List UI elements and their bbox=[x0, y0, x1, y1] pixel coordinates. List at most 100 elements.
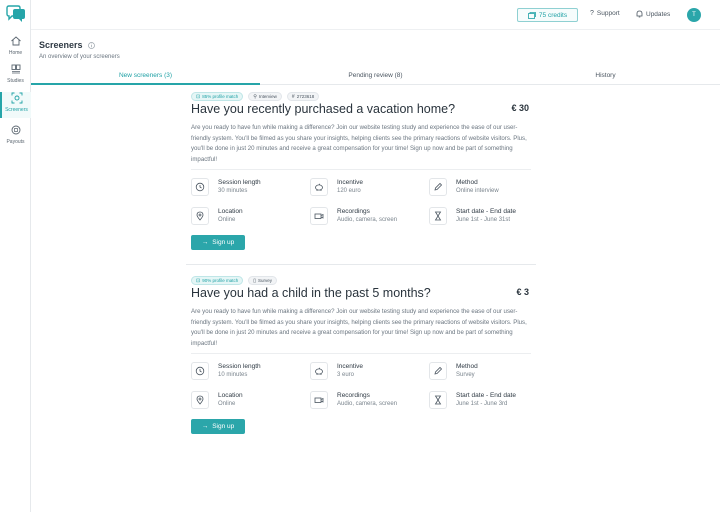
info-value: 120 euro bbox=[337, 188, 361, 194]
info-label: Start date - End date bbox=[456, 208, 516, 215]
badge-label: 90% profile match bbox=[202, 278, 239, 283]
credits-button[interactable]: 75 credits bbox=[517, 8, 578, 22]
arrow-right-icon: → bbox=[201, 239, 209, 246]
info-label: Start date - End date bbox=[456, 392, 516, 399]
avatar[interactable]: T bbox=[687, 8, 701, 22]
info-label: Session length bbox=[218, 179, 261, 186]
tab-pending-review[interactable]: Pending review (8) bbox=[260, 68, 491, 85]
sign-up-button[interactable]: → Sign up bbox=[191, 419, 245, 434]
sidebar-item-studies[interactable]: Studies bbox=[0, 63, 31, 89]
info-label: Session length bbox=[218, 363, 261, 370]
studies-icon bbox=[11, 64, 20, 74]
dates-info: Start date - End date June 1st - June 31… bbox=[429, 207, 544, 229]
support-label: Support bbox=[596, 10, 620, 17]
arrow-right-icon: → bbox=[201, 423, 209, 430]
card-title[interactable]: Have you recently purchased a vacation h… bbox=[191, 102, 455, 116]
info-label: Incentive bbox=[337, 179, 364, 186]
card-price: € 3 bbox=[516, 287, 529, 297]
badge-label: Survey bbox=[258, 278, 273, 283]
info-icon[interactable] bbox=[87, 41, 95, 49]
info-value: Survey bbox=[456, 372, 475, 378]
type-badge: ⚲ Interview bbox=[248, 92, 282, 101]
survey-icon: ▯ bbox=[253, 277, 256, 284]
location-info: Location Online bbox=[191, 391, 306, 413]
info-value: Online bbox=[218, 401, 236, 407]
tab-history[interactable]: History bbox=[491, 68, 720, 85]
divider bbox=[191, 353, 531, 354]
sidebar-item-label: Payouts bbox=[6, 139, 25, 145]
info-value: Audio, camera, screen bbox=[337, 401, 398, 407]
sidebar-item-label: Home bbox=[8, 50, 23, 56]
info-label: Method bbox=[456, 363, 478, 370]
info-value: Audio, camera, screen bbox=[337, 217, 398, 223]
session-length-info: Session length 10 minutes bbox=[191, 362, 306, 384]
bell-icon bbox=[636, 10, 643, 18]
tab-new-screeners[interactable]: New screeners (3) bbox=[31, 68, 260, 85]
info-label: Recordings bbox=[337, 208, 370, 215]
info-value: Online interview bbox=[456, 188, 499, 194]
card-description: Are you ready to have fun while making a… bbox=[191, 124, 527, 163]
location-pin-icon bbox=[196, 211, 204, 221]
card-price: € 30 bbox=[511, 103, 529, 113]
pencil-icon bbox=[434, 366, 443, 375]
divider bbox=[191, 169, 531, 170]
match-icon: ⊡ bbox=[196, 277, 201, 284]
card-description: Are you ready to have fun while making a… bbox=[191, 308, 527, 347]
badge-row: ⊡ 85% profile match ⚲ Interview # 272361… bbox=[191, 92, 320, 101]
info-value: June 1st - June 3rd bbox=[456, 401, 508, 407]
screeners-icon bbox=[11, 92, 22, 104]
location-info: Location Online bbox=[191, 207, 306, 229]
badge-label: Interview bbox=[258, 94, 277, 99]
match-icon: ⊡ bbox=[196, 93, 201, 100]
info-label: Method bbox=[456, 179, 478, 186]
info-value: 30 minutes bbox=[218, 188, 248, 194]
info-label: Location bbox=[218, 208, 243, 215]
home-icon bbox=[10, 36, 21, 46]
sidebar-item-payouts[interactable]: Payouts bbox=[0, 124, 31, 150]
incentive-info: Incentive 120 euro bbox=[310, 178, 425, 200]
sidebar-item-screeners[interactable]: Screeners bbox=[0, 92, 31, 118]
updates-link[interactable]: Updates bbox=[636, 10, 670, 18]
interview-icon: ⚲ bbox=[253, 93, 257, 100]
tab-bar: New screeners (3) Pending review (8) His… bbox=[31, 68, 720, 85]
screener-card: ⊡ 85% profile match ⚲ Interview # 272361… bbox=[186, 92, 536, 265]
info-label: Incentive bbox=[337, 363, 364, 370]
video-camera-icon bbox=[314, 397, 324, 403]
page-title-row: Screeners bbox=[39, 40, 95, 50]
method-info: Method Survey bbox=[429, 362, 544, 384]
credits-icon bbox=[528, 11, 536, 19]
card-title[interactable]: Have you had a child in the past 5 month… bbox=[191, 286, 431, 300]
hash-icon: # bbox=[291, 93, 295, 100]
card-separator bbox=[186, 264, 536, 265]
clock-icon bbox=[195, 366, 205, 376]
top-bar: 75 credits ? Support Updates T bbox=[31, 0, 720, 30]
sidebar-item-home[interactable]: Home bbox=[0, 35, 31, 61]
profile-match-badge: ⊡ 85% profile match bbox=[191, 92, 244, 101]
id-badge: # 2723618 bbox=[286, 92, 320, 101]
incentive-info: Incentive 3 euro bbox=[310, 362, 425, 384]
credits-label: 75 credits bbox=[538, 11, 568, 19]
sign-up-label: Sign up bbox=[212, 423, 235, 430]
piggy-bank-icon bbox=[315, 367, 323, 375]
recordings-info: Recordings Audio, camera, screen bbox=[310, 207, 425, 229]
info-label: Location bbox=[218, 392, 243, 399]
video-camera-icon bbox=[314, 213, 324, 219]
info-value: June 1st - June 31st bbox=[456, 217, 511, 223]
method-info: Method Online interview bbox=[429, 178, 544, 200]
clock-icon bbox=[195, 182, 205, 192]
badge-label: 85% profile match bbox=[202, 94, 239, 99]
question-icon: ? bbox=[590, 10, 594, 17]
info-label: Recordings bbox=[337, 392, 370, 399]
page-title: Screeners bbox=[39, 40, 83, 50]
recordings-info: Recordings Audio, camera, screen bbox=[310, 391, 425, 413]
piggy-bank-icon bbox=[315, 183, 323, 191]
dates-info: Start date - End date June 1st - June 3r… bbox=[429, 391, 544, 413]
badge-row: ⊡ 90% profile match ▯ Survey bbox=[191, 276, 278, 285]
sidebar-item-label: Studies bbox=[7, 78, 24, 84]
info-value: 10 minutes bbox=[218, 372, 248, 378]
support-link[interactable]: ? Support bbox=[590, 10, 620, 17]
sign-up-button[interactable]: → Sign up bbox=[191, 235, 245, 250]
profile-match-badge: ⊡ 90% profile match bbox=[191, 276, 244, 285]
info-value: Online bbox=[218, 217, 236, 223]
logo-icon[interactable] bbox=[5, 5, 26, 23]
